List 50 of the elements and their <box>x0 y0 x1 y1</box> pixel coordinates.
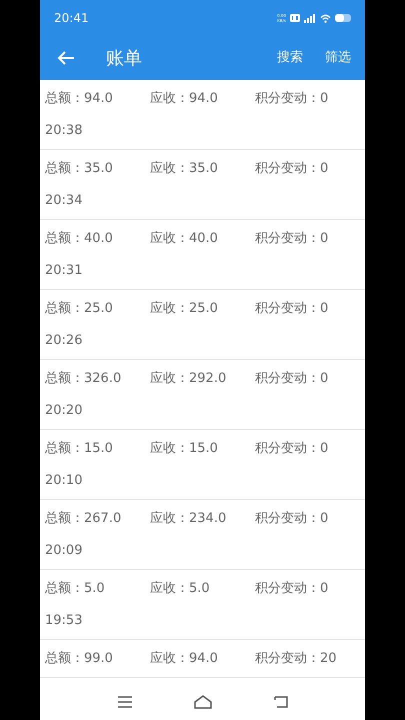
wifi-icon <box>320 14 331 22</box>
bill-time: 19:53 <box>45 613 84 629</box>
bill-total: 总额：40.0 <box>45 231 114 247</box>
bill-receivable: 应收：94.0 <box>150 651 219 667</box>
back-nav-button[interactable] <box>274 696 288 708</box>
home-icon <box>194 695 212 709</box>
bill-points: 积分变动：0 <box>255 441 328 457</box>
bill-total: 总额：267.0 <box>45 511 122 527</box>
bill-time: 20:31 <box>45 263 84 279</box>
home-nav-button[interactable] <box>194 695 212 709</box>
hd-icon <box>290 14 300 22</box>
bill-receivable: 应收：15.0 <box>150 441 219 457</box>
header-action-button[interactable]: 筛选 <box>325 48 351 68</box>
back-arrow-icon <box>57 51 75 65</box>
bill-total: 总额：326.0 <box>45 371 122 387</box>
bill-points: 积分变动：0 <box>255 581 328 597</box>
bill-time: 20:09 <box>45 543 84 559</box>
battery-icon <box>335 14 351 22</box>
header-action-button[interactable]: 搜索 <box>277 48 303 68</box>
bill-receivable: 应收：25.0 <box>150 301 219 317</box>
signal-icon <box>304 14 316 22</box>
bill-total: 总额：25.0 <box>45 301 114 317</box>
bill-receivable: 应收：94.0 <box>150 91 219 107</box>
bill-points: 积分变动：0 <box>255 371 328 387</box>
bill-receivable: 应收：292.0 <box>150 371 228 387</box>
status-time: 20:41 <box>54 10 89 27</box>
bill-points: 积分变动：0 <box>255 301 328 317</box>
bill-total: 总额：15.0 <box>45 441 114 457</box>
bill-total: 总额：99.0 <box>45 651 114 667</box>
bill-total: 总额：5.0 <box>45 581 106 597</box>
bill-time: 20:26 <box>45 333 84 349</box>
bill-time: 20:20 <box>45 403 84 419</box>
bill-points: 积分变动：20 <box>255 651 337 667</box>
page-title: 账单 <box>106 46 143 70</box>
bill-points: 积分变动：0 <box>255 91 328 107</box>
return-icon <box>274 696 288 708</box>
bill-points: 积分变动：0 <box>255 161 328 177</box>
bill-time: 20:38 <box>45 123 84 139</box>
bill-total: 总额：94.0 <box>45 91 114 107</box>
menu-icon <box>118 696 132 708</box>
bill-receivable: 应收：5.0 <box>150 581 211 597</box>
bill-receivable: 应收：234.0 <box>150 511 228 527</box>
menu-nav-button[interactable] <box>118 696 132 708</box>
bill-points: 积分变动：0 <box>255 511 328 527</box>
bill-receivable: 应收：35.0 <box>150 161 219 177</box>
bill-time: 20:10 <box>45 473 84 489</box>
bill-total: 总额：35.0 <box>45 161 114 177</box>
bill-receivable: 应收：40.0 <box>150 231 219 247</box>
bill-time: 20:34 <box>45 193 84 209</box>
bill-points: 积分变动：0 <box>255 231 328 247</box>
